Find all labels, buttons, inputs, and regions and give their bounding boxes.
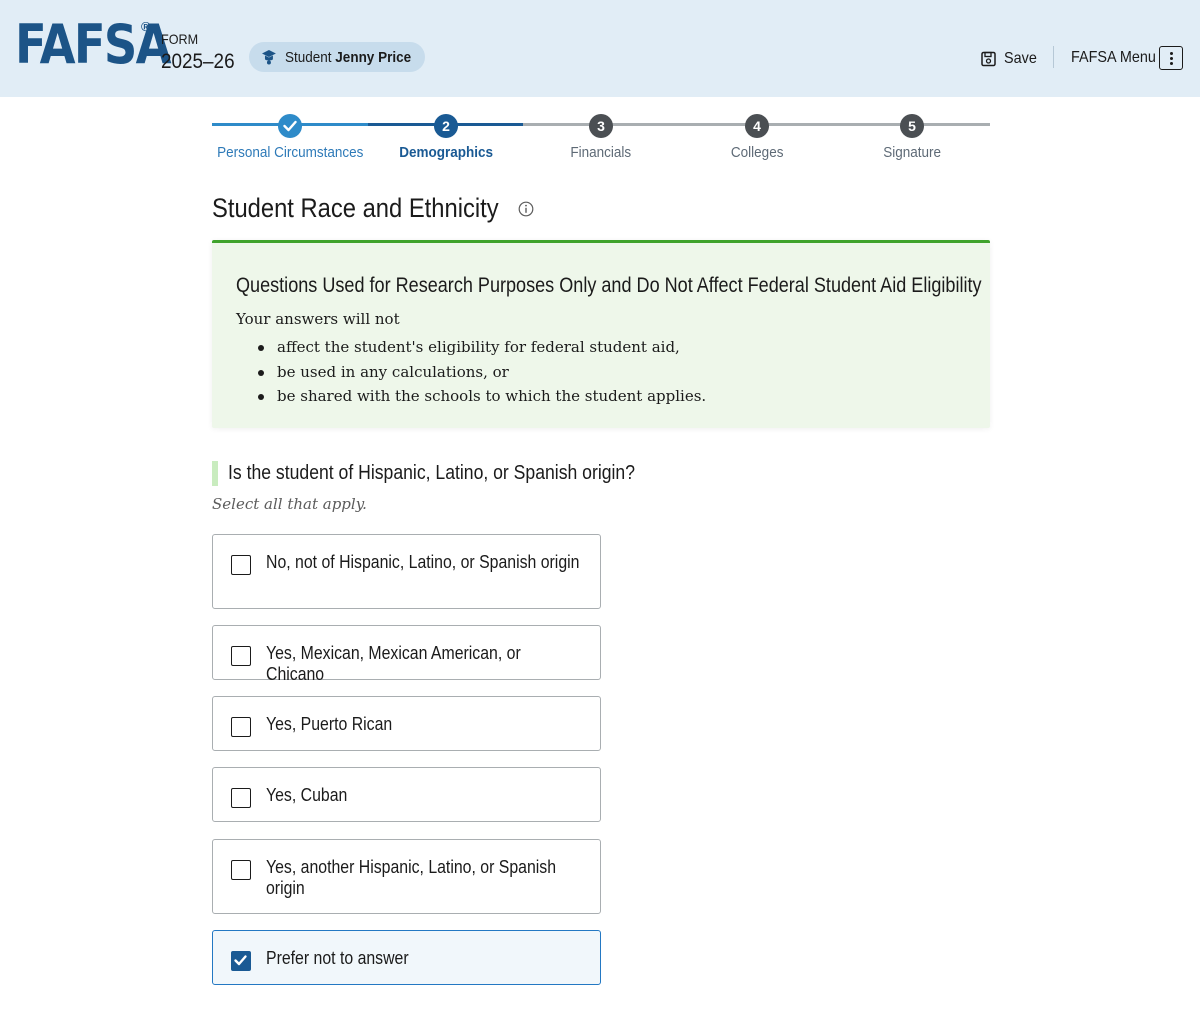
research-notice: Questions Used for Research Purposes Onl… [212,240,990,428]
checkbox[interactable] [231,860,251,880]
vertical-dots-icon [1159,46,1183,70]
save-label: Save [1004,50,1037,67]
checkbox[interactable] [231,555,251,575]
notice-title: Questions Used for Research Purposes Onl… [236,274,982,297]
checkmark-icon [283,120,297,132]
step-2-number: 2 [434,114,458,138]
question-accent-bar [212,461,218,486]
option-label: Yes, Puerto Rican [266,714,393,734]
step-label-demographics: Demographics [399,144,493,161]
student-badge: Student Jenny Price [249,42,425,72]
step-5-number: 5 [900,114,924,138]
option-label: Yes, Mexican, Mexican American, or Chica… [266,643,521,684]
site-header: FAFSA ® FORM 2025–26 Student Jenny Price… [0,0,1200,97]
option-label: No, not of Hispanic, Latino, or Spanish … [266,552,580,572]
option-label: Prefer not to answer [266,948,409,968]
save-button[interactable]: Save [981,50,1040,68]
step-4-number: 4 [745,114,769,138]
option-puerto-rican[interactable]: Yes, Puerto Rican [212,696,601,751]
checkbox-checked[interactable] [231,951,251,971]
checkbox[interactable] [231,646,251,666]
option-label: Yes, another Hispanic, Latino, or Spanis… [266,857,557,898]
question-text: Is the student of Hispanic, Latino, or S… [228,462,635,484]
list-item: affect the student's eligibility for fed… [236,335,706,360]
registered-mark: ® [141,19,151,34]
info-circle-icon[interactable] [518,201,534,217]
page-title: Student Race and Ethnicity [212,193,499,223]
option-label: Yes, Cuban [266,785,348,805]
step-1-complete [278,114,302,138]
question-hint: Select all that apply. [212,495,367,513]
checkbox[interactable] [231,717,251,737]
list-item: be used in any calculations, or [236,360,706,385]
list-item: be shared with the schools to which the … [236,384,706,409]
student-label: Student [284,48,332,66]
form-label: FORM [161,31,199,47]
option-another-hispanic[interactable]: Yes, another Hispanic, Latino, or Spanis… [212,839,601,914]
step-3-number: 3 [589,114,613,138]
student-name: Jenny Price [335,48,411,66]
notice-intro: Your answers will not [236,310,400,328]
graduation-cap-icon [261,50,276,65]
option-cuban[interactable]: Yes, Cuban [212,767,601,822]
step-label-colleges: Colleges [730,144,784,161]
checkbox[interactable] [231,788,251,808]
notice-list: affect the student's eligibility for fed… [236,335,706,409]
header-divider [1053,46,1054,68]
option-not-hispanic[interactable]: No, not of Hispanic, Latino, or Spanish … [212,534,601,609]
step-label-personal-circumstances[interactable]: Personal Circumstances [205,144,375,161]
fafsa-menu-button[interactable]: FAFSA Menu [1071,46,1183,70]
save-disk-icon [981,51,996,67]
fafsa-menu-label: FAFSA Menu [1071,49,1156,66]
step-label-signature: Signature [883,144,941,161]
step-label-financials: Financials [570,144,632,161]
option-mexican[interactable]: Yes, Mexican, Mexican American, or Chica… [212,625,601,684]
option-prefer-not-to-answer[interactable]: Prefer not to answer [212,930,601,985]
form-year: 2025–26 [161,50,235,73]
checkmark-icon [234,955,247,966]
